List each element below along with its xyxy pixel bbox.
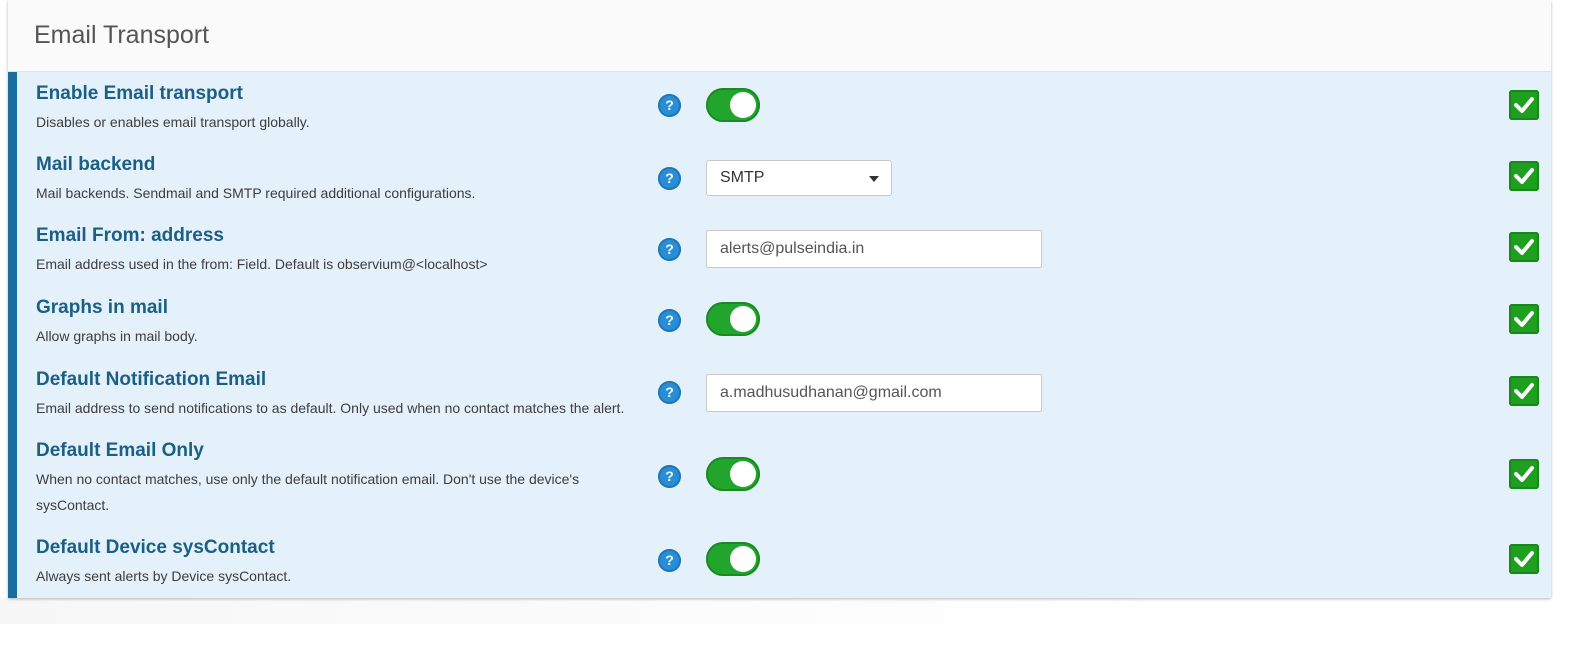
setting-title: Graphs in mail (36, 297, 168, 318)
setting-description: Allow graphs in mail body. (36, 328, 198, 344)
settings-list: Enable Email transport Disables or enabl… (8, 72, 1551, 598)
setting-description: Mail backends. Sendmail and SMTP require… (36, 185, 476, 201)
setting-description: Email address used in the from: Field. D… (36, 256, 488, 272)
help-icon[interactable]: ? (658, 309, 681, 332)
mail-backend-selected-value: SMTP (720, 169, 765, 186)
help-icon[interactable]: ? (658, 94, 681, 117)
help-icon[interactable]: ? (658, 549, 681, 572)
default-device-syscontact-toggle[interactable] (706, 542, 760, 576)
mail-backend-select[interactable]: SMTP (706, 160, 892, 196)
caret-down-icon (869, 176, 879, 182)
help-icon[interactable]: ? (658, 167, 681, 190)
check-square-icon[interactable] (1509, 304, 1539, 334)
enable-email-transport-toggle[interactable] (706, 88, 760, 122)
default-email-only-toggle[interactable] (706, 457, 760, 491)
toggle-knob (730, 546, 756, 572)
toggle-knob (730, 461, 756, 487)
check-square-icon[interactable] (1509, 232, 1539, 262)
panel-title: Email Transport (34, 21, 210, 49)
setting-title: Email From: address (36, 225, 224, 246)
check-square-icon[interactable] (1509, 544, 1539, 574)
setting-description: When no contact matches, use only the de… (36, 471, 580, 513)
check-square-icon[interactable] (1509, 459, 1539, 489)
setting-title: Mail backend (36, 154, 156, 175)
help-icon[interactable]: ? (658, 238, 681, 261)
email-from-address-input[interactable] (706, 230, 1042, 268)
email-transport-panel: Email Transport Enable Email transport D… (8, 0, 1551, 598)
setting-title: Default Notification Email (36, 369, 267, 390)
panel-header: Email Transport (8, 0, 1551, 72)
help-icon[interactable]: ? (658, 465, 681, 488)
help-icon[interactable]: ? (658, 381, 681, 404)
page-background-strip (0, 598, 1574, 624)
check-square-icon[interactable] (1509, 161, 1539, 191)
default-notification-email-input[interactable] (706, 374, 1042, 412)
check-square-icon[interactable] (1509, 376, 1539, 406)
graphs-in-mail-toggle[interactable] (706, 302, 760, 336)
setting-description: Always sent alerts by Device sysContact. (36, 568, 292, 584)
setting-description: Disables or enables email transport glob… (36, 114, 310, 130)
toggle-knob (730, 306, 756, 332)
setting-title: Default Device sysContact (36, 537, 275, 558)
setting-title: Enable Email transport (36, 83, 243, 104)
check-square-icon[interactable] (1509, 90, 1539, 120)
setting-description: Email address to send notifications to a… (36, 400, 625, 416)
setting-title: Default Email Only (36, 440, 204, 461)
toggle-knob (730, 92, 756, 118)
